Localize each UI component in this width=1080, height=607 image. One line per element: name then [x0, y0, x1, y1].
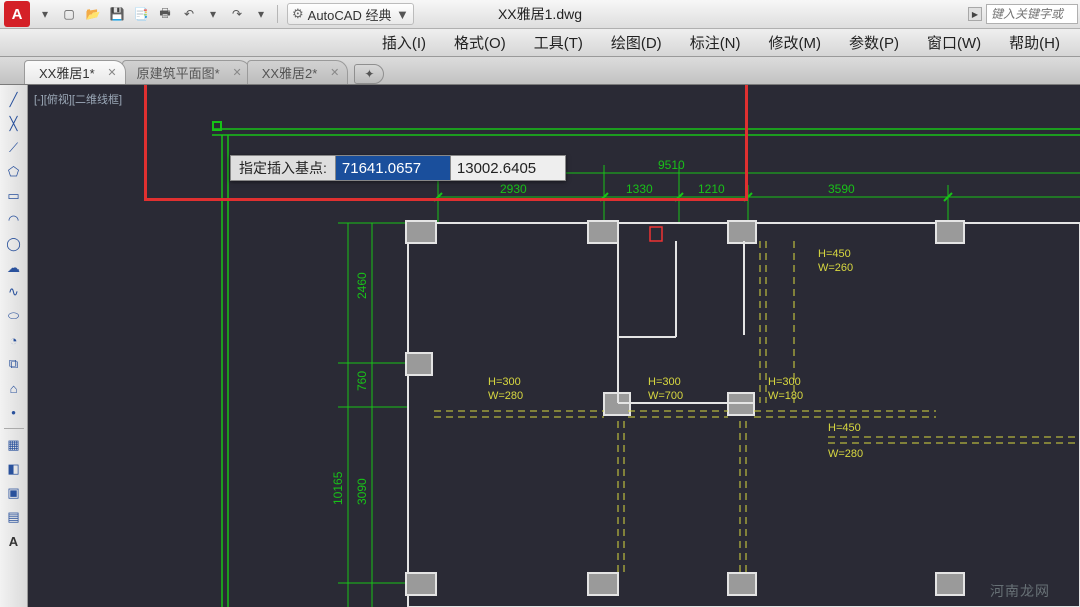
svg-text:W=700: W=700	[648, 390, 683, 402]
saveas-icon[interactable]: 📑	[130, 3, 152, 25]
text-tool-icon[interactable]: A	[3, 530, 25, 552]
menu-modify[interactable]: 修改(M)	[755, 29, 836, 56]
svg-text:W=180: W=180	[768, 390, 803, 402]
redo-dropdown-icon[interactable]: ▾	[250, 3, 272, 25]
line-tool-icon[interactable]: ╱	[3, 89, 25, 111]
menu-format[interactable]: 格式(O)	[440, 29, 520, 56]
app-logo[interactable]: A	[4, 1, 30, 27]
svg-text:1330: 1330	[626, 182, 653, 196]
svg-text:H=450: H=450	[818, 248, 851, 260]
circle-tool-icon[interactable]: ◯	[3, 233, 25, 255]
insert-block-tool-icon[interactable]: ⧉	[3, 353, 25, 375]
menu-dimension[interactable]: 标注(N)	[676, 29, 755, 56]
menu-tools[interactable]: 工具(T)	[520, 29, 597, 56]
tab-label: XX雅居2*	[262, 63, 318, 82]
undo-dropdown-icon[interactable]: ▾	[202, 3, 224, 25]
svg-text:1210: 1210	[698, 182, 725, 196]
new-icon[interactable]: ▢	[58, 3, 80, 25]
pick-box-cursor	[212, 121, 222, 131]
svg-text:H=300: H=300	[768, 376, 801, 388]
polyline-tool-icon[interactable]: ⟋	[3, 137, 25, 159]
svg-text:3590: 3590	[828, 182, 855, 196]
qat-separator	[277, 5, 278, 23]
save-icon[interactable]: 💾	[106, 3, 128, 25]
watermark-text: 河南龙网	[990, 581, 1050, 601]
hatch-tool-icon[interactable]: ▦	[3, 434, 25, 456]
menu-draw[interactable]: 绘图(D)	[597, 29, 676, 56]
region-tool-icon[interactable]: ▣	[3, 482, 25, 504]
spline-tool-icon[interactable]: ∿	[3, 281, 25, 303]
svg-text:10165: 10165	[331, 471, 345, 505]
point-tool-icon[interactable]: •	[3, 401, 25, 423]
title-bar: A ▾ ▢ 📂 💾 📑 🖶 ↶ ▾ ↷ ▾ ⚙ AutoCAD 经典 ▼ XX雅…	[0, 0, 1080, 29]
table-tool-icon[interactable]: ▤	[3, 506, 25, 528]
dynamic-input-prompt: 指定插入基点:	[230, 155, 566, 181]
polygon-tool-icon[interactable]: ⬠	[3, 161, 25, 183]
close-icon[interactable]: ✕	[232, 66, 241, 79]
gradient-tool-icon[interactable]: ◧	[3, 458, 25, 480]
doc-tab-active[interactable]: XX雅居1* ✕	[24, 60, 126, 84]
make-block-tool-icon[interactable]: ⌂	[3, 377, 25, 399]
open-icon[interactable]: 📂	[82, 3, 104, 25]
close-icon[interactable]: ✕	[107, 66, 116, 79]
document-tab-bar: XX雅居1* ✕ 原建筑平面图* ✕ XX雅居2* ✕ ✦	[0, 57, 1080, 85]
menu-insert[interactable]: 插入(I)	[368, 29, 440, 56]
svg-text:2930: 2930	[500, 182, 527, 196]
arc-tool-icon[interactable]: ◠	[3, 209, 25, 231]
construction-line-tool-icon[interactable]: ╳	[3, 113, 25, 135]
doc-tab[interactable]: XX雅居2* ✕	[247, 60, 349, 84]
svg-text:W=260: W=260	[818, 262, 853, 274]
menu-parametric[interactable]: 参数(P)	[835, 29, 913, 56]
draw-tool-palette: ╱ ╳ ⟋ ⬠ ▭ ◠ ◯ ☁ ∿ ⬭ ◔ ⧉ ⌂ • ▦ ◧ ▣ ▤ A	[0, 85, 28, 607]
rectangle-tool-icon[interactable]: ▭	[3, 185, 25, 207]
tab-label: XX雅居1*	[39, 63, 95, 82]
menu-window[interactable]: 窗口(W)	[913, 29, 995, 56]
revision-cloud-tool-icon[interactable]: ☁	[3, 257, 25, 279]
quick-access-toolbar: ▾ ▢ 📂 💾 📑 🖶 ↶ ▾ ↷ ▾	[34, 0, 281, 28]
document-title: XX雅居1.dwg	[350, 4, 730, 24]
title-search-area: ▶	[968, 4, 1080, 24]
close-icon[interactable]: ✕	[330, 66, 339, 79]
svg-text:H=300: H=300	[488, 376, 521, 388]
coord-y-input[interactable]	[451, 155, 566, 181]
svg-text:3090: 3090	[355, 478, 369, 505]
svg-text:H=300: H=300	[648, 376, 681, 388]
palette-separator	[4, 428, 24, 429]
coord-x-input[interactable]	[336, 155, 451, 181]
search-prev-icon[interactable]: ▶	[968, 7, 982, 21]
qat-menu-dropdown[interactable]: ▾	[34, 3, 56, 25]
svg-text:W=280: W=280	[488, 390, 523, 402]
plot-icon[interactable]: 🖶	[154, 3, 176, 25]
menu-bar: 插入(I) 格式(O) 工具(T) 绘图(D) 标注(N) 修改(M) 参数(P…	[0, 29, 1080, 57]
ellipse-arc-tool-icon[interactable]: ◔	[3, 329, 25, 351]
gear-icon: ⚙	[292, 6, 304, 22]
svg-text:H=450: H=450	[828, 422, 861, 434]
menu-help[interactable]: 帮助(H)	[995, 29, 1074, 56]
doc-tab[interactable]: 原建筑平面图* ✕	[122, 60, 251, 84]
prompt-label: 指定插入基点:	[230, 155, 336, 181]
svg-text:2460: 2460	[355, 272, 369, 299]
tab-label: 原建筑平面图*	[137, 63, 220, 82]
infocenter-search-input[interactable]	[986, 4, 1078, 24]
ellipse-tool-icon[interactable]: ⬭	[3, 305, 25, 327]
redo-icon[interactable]: ↷	[226, 3, 248, 25]
drawing-canvas[interactable]: [-][俯视][二维线框] 指定插入基点:	[28, 85, 1080, 607]
svg-text:W=280: W=280	[828, 448, 863, 460]
svg-text:9510: 9510	[658, 158, 685, 172]
undo-icon[interactable]: ↶	[178, 3, 200, 25]
svg-text:760: 760	[355, 371, 369, 391]
new-tab-button[interactable]: ✦	[354, 64, 384, 84]
